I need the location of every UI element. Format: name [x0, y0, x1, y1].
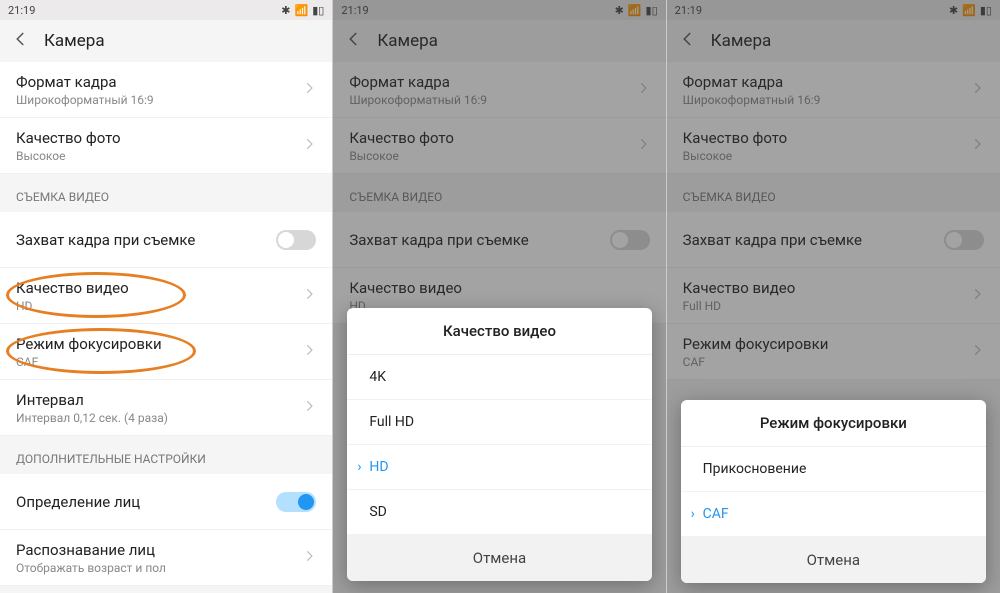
signal-icon: 📶 — [295, 4, 309, 17]
row-label: Формат кадра — [16, 73, 154, 91]
row-label: Качество видео — [16, 279, 129, 297]
row-sublabel: HD — [16, 299, 129, 313]
modal-title: Режим фокусировки — [681, 400, 986, 447]
option-full-hd[interactable]: Full HD — [347, 400, 651, 445]
chevron-right-icon — [302, 136, 316, 155]
row-video-quality[interactable]: Качество видео HD — [0, 268, 332, 324]
row-focus-mode[interactable]: Режим фокусировки CAF — [0, 324, 332, 380]
option-caf[interactable]: CAF — [681, 492, 986, 537]
toggle-capture[interactable] — [276, 230, 316, 250]
toggle-face-detection[interactable] — [276, 492, 316, 512]
row-label: Интервал — [16, 391, 168, 409]
modal-video-quality: Качество видео 4K Full HD HD SD Отмена — [347, 308, 651, 581]
row-label: Режим фокусировки — [16, 335, 162, 353]
chevron-right-icon — [302, 548, 316, 567]
chevron-right-icon — [302, 286, 316, 305]
status-bar: 21:19 ✱ 📶 ▮▯ — [0, 0, 332, 20]
section-header-video: СЪЕМКА ВИДЕО — [0, 174, 332, 212]
option-hd[interactable]: HD — [347, 445, 651, 490]
row-sublabel: Отображать возраст и пол — [16, 561, 166, 575]
bluetooth-icon: ✱ — [281, 4, 290, 17]
chevron-right-icon — [302, 80, 316, 99]
panel-2: 21:19 ✱ 📶 ▮▯ Камера Формат кадраШирокофо… — [333, 0, 666, 593]
status-time: 21:19 — [8, 4, 35, 17]
chevron-right-icon — [302, 342, 316, 361]
row-sublabel: Интервал 0,12 сек. (4 раза) — [16, 411, 168, 425]
modal-cancel-button[interactable]: Отмена — [347, 535, 651, 581]
row-sublabel: Широкоформатный 16:9 — [16, 93, 154, 107]
page-title: Камера — [44, 31, 105, 51]
row-photo-quality[interactable]: Качество фото Высокое — [0, 118, 332, 174]
battery-icon: ▮▯ — [312, 4, 324, 17]
section-header-extra: ДОПОЛНИТЕЛЬНЫЕ НАСТРОЙКИ — [0, 436, 332, 474]
option-4k[interactable]: 4K — [347, 355, 651, 400]
row-capture-frame[interactable]: Захват кадра при съемке — [0, 212, 332, 268]
titlebar: Камера — [0, 20, 332, 62]
row-face-detection[interactable]: Определение лиц — [0, 474, 332, 530]
row-label: Качество фото — [16, 129, 121, 147]
row-label: Определение лиц — [16, 493, 140, 511]
option-sd[interactable]: SD — [347, 490, 651, 535]
row-label: Захват кадра при съемке — [16, 231, 195, 249]
row-label: Распознавание лиц — [16, 541, 166, 559]
row-interval[interactable]: Интервал Интервал 0,12 сек. (4 раза) — [0, 380, 332, 436]
option-touch[interactable]: Прикосновение — [681, 447, 986, 492]
row-face-recognition[interactable]: Распознавание лиц Отображать возраст и п… — [0, 530, 332, 586]
row-sublabel: CAF — [16, 355, 162, 369]
panel-1: 21:19 ✱ 📶 ▮▯ Камера Формат кадра Широкоф… — [0, 0, 333, 593]
row-sublabel: Высокое — [16, 149, 121, 163]
chevron-right-icon — [302, 398, 316, 417]
panel-3: 21:19 ✱ 📶 ▮▯ Камера Формат кадраШирокофо… — [667, 0, 1000, 593]
modal-title: Качество видео — [347, 308, 651, 355]
row-frame-format[interactable]: Формат кадра Широкоформатный 16:9 — [0, 62, 332, 118]
modal-focus-mode: Режим фокусировки Прикосновение CAF Отме… — [681, 400, 986, 583]
modal-cancel-button[interactable]: Отмена — [681, 537, 986, 583]
back-button[interactable] — [12, 30, 30, 52]
